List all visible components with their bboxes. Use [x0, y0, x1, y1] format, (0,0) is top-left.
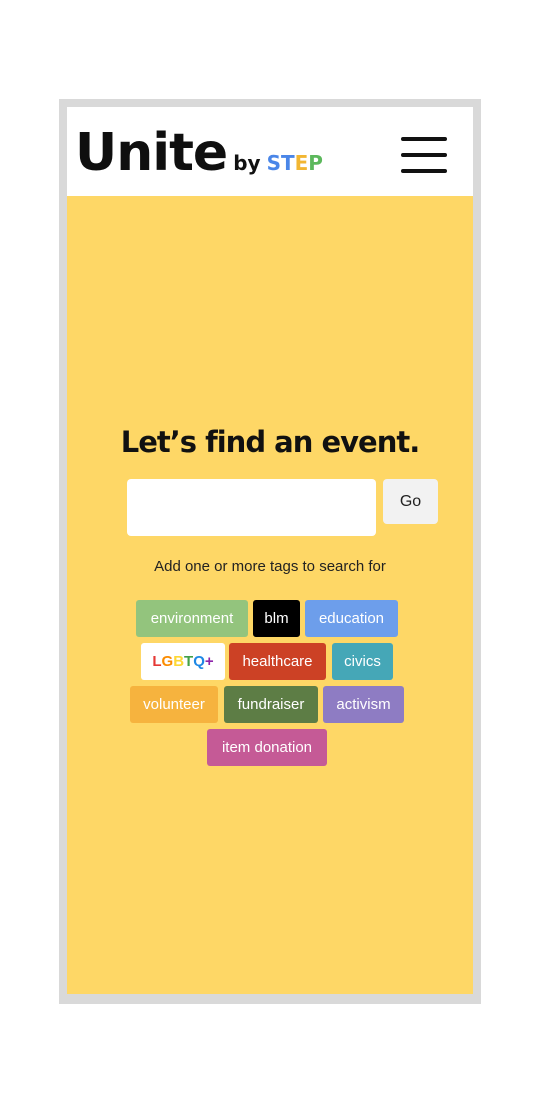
logo-step-text: STEP	[267, 151, 323, 175]
tag-healthcare[interactable]: healthcare	[229, 643, 326, 680]
tag-volunteer[interactable]: volunteer	[130, 686, 218, 723]
logo-step-letter: T	[280, 151, 295, 175]
tag-blm[interactable]: blm	[253, 600, 300, 637]
logo-by-text: by	[233, 151, 261, 175]
go-button[interactable]: Go	[383, 479, 438, 524]
lgbtq-letter: L	[152, 653, 162, 670]
page-title: Let’s find an event.	[120, 425, 421, 459]
tag-search-input[interactable]	[127, 479, 376, 536]
hamburger-menu-icon[interactable]	[401, 137, 447, 175]
tag-education[interactable]: education	[305, 600, 398, 637]
phone-frame: Unite by STEP Let’s find an event. Go Ad…	[59, 99, 481, 1004]
lgbtq-letter: B	[173, 653, 185, 670]
app-logo[interactable]: Unite by STEP	[75, 123, 323, 187]
tag-civics[interactable]: civics	[332, 643, 393, 680]
tag-activism[interactable]: activism	[323, 686, 404, 723]
lgbtq-letter: G	[161, 653, 174, 670]
logo-step-letter: P	[308, 151, 323, 175]
logo-wordmark: Unite	[75, 123, 228, 183]
lgbtq-letter: +	[204, 653, 214, 670]
search-hint: Add one or more tags to search for	[154, 558, 386, 575]
logo-step-letter: E	[294, 151, 309, 175]
tag-fundraiser[interactable]: fundraiser	[224, 686, 318, 723]
app-header: Unite by STEP	[67, 107, 473, 196]
lgbtq-letter: T	[184, 653, 194, 670]
tag-environment[interactable]: environment	[136, 600, 248, 637]
logo-step-letter: S	[266, 151, 281, 175]
tag-lgbtq[interactable]: L G B T Q +	[141, 643, 225, 680]
main-content: Let’s find an event. Go Add one or more …	[67, 196, 473, 994]
lgbtq-letter: Q	[193, 653, 205, 670]
tag-item-donation[interactable]: item donation	[207, 729, 327, 766]
